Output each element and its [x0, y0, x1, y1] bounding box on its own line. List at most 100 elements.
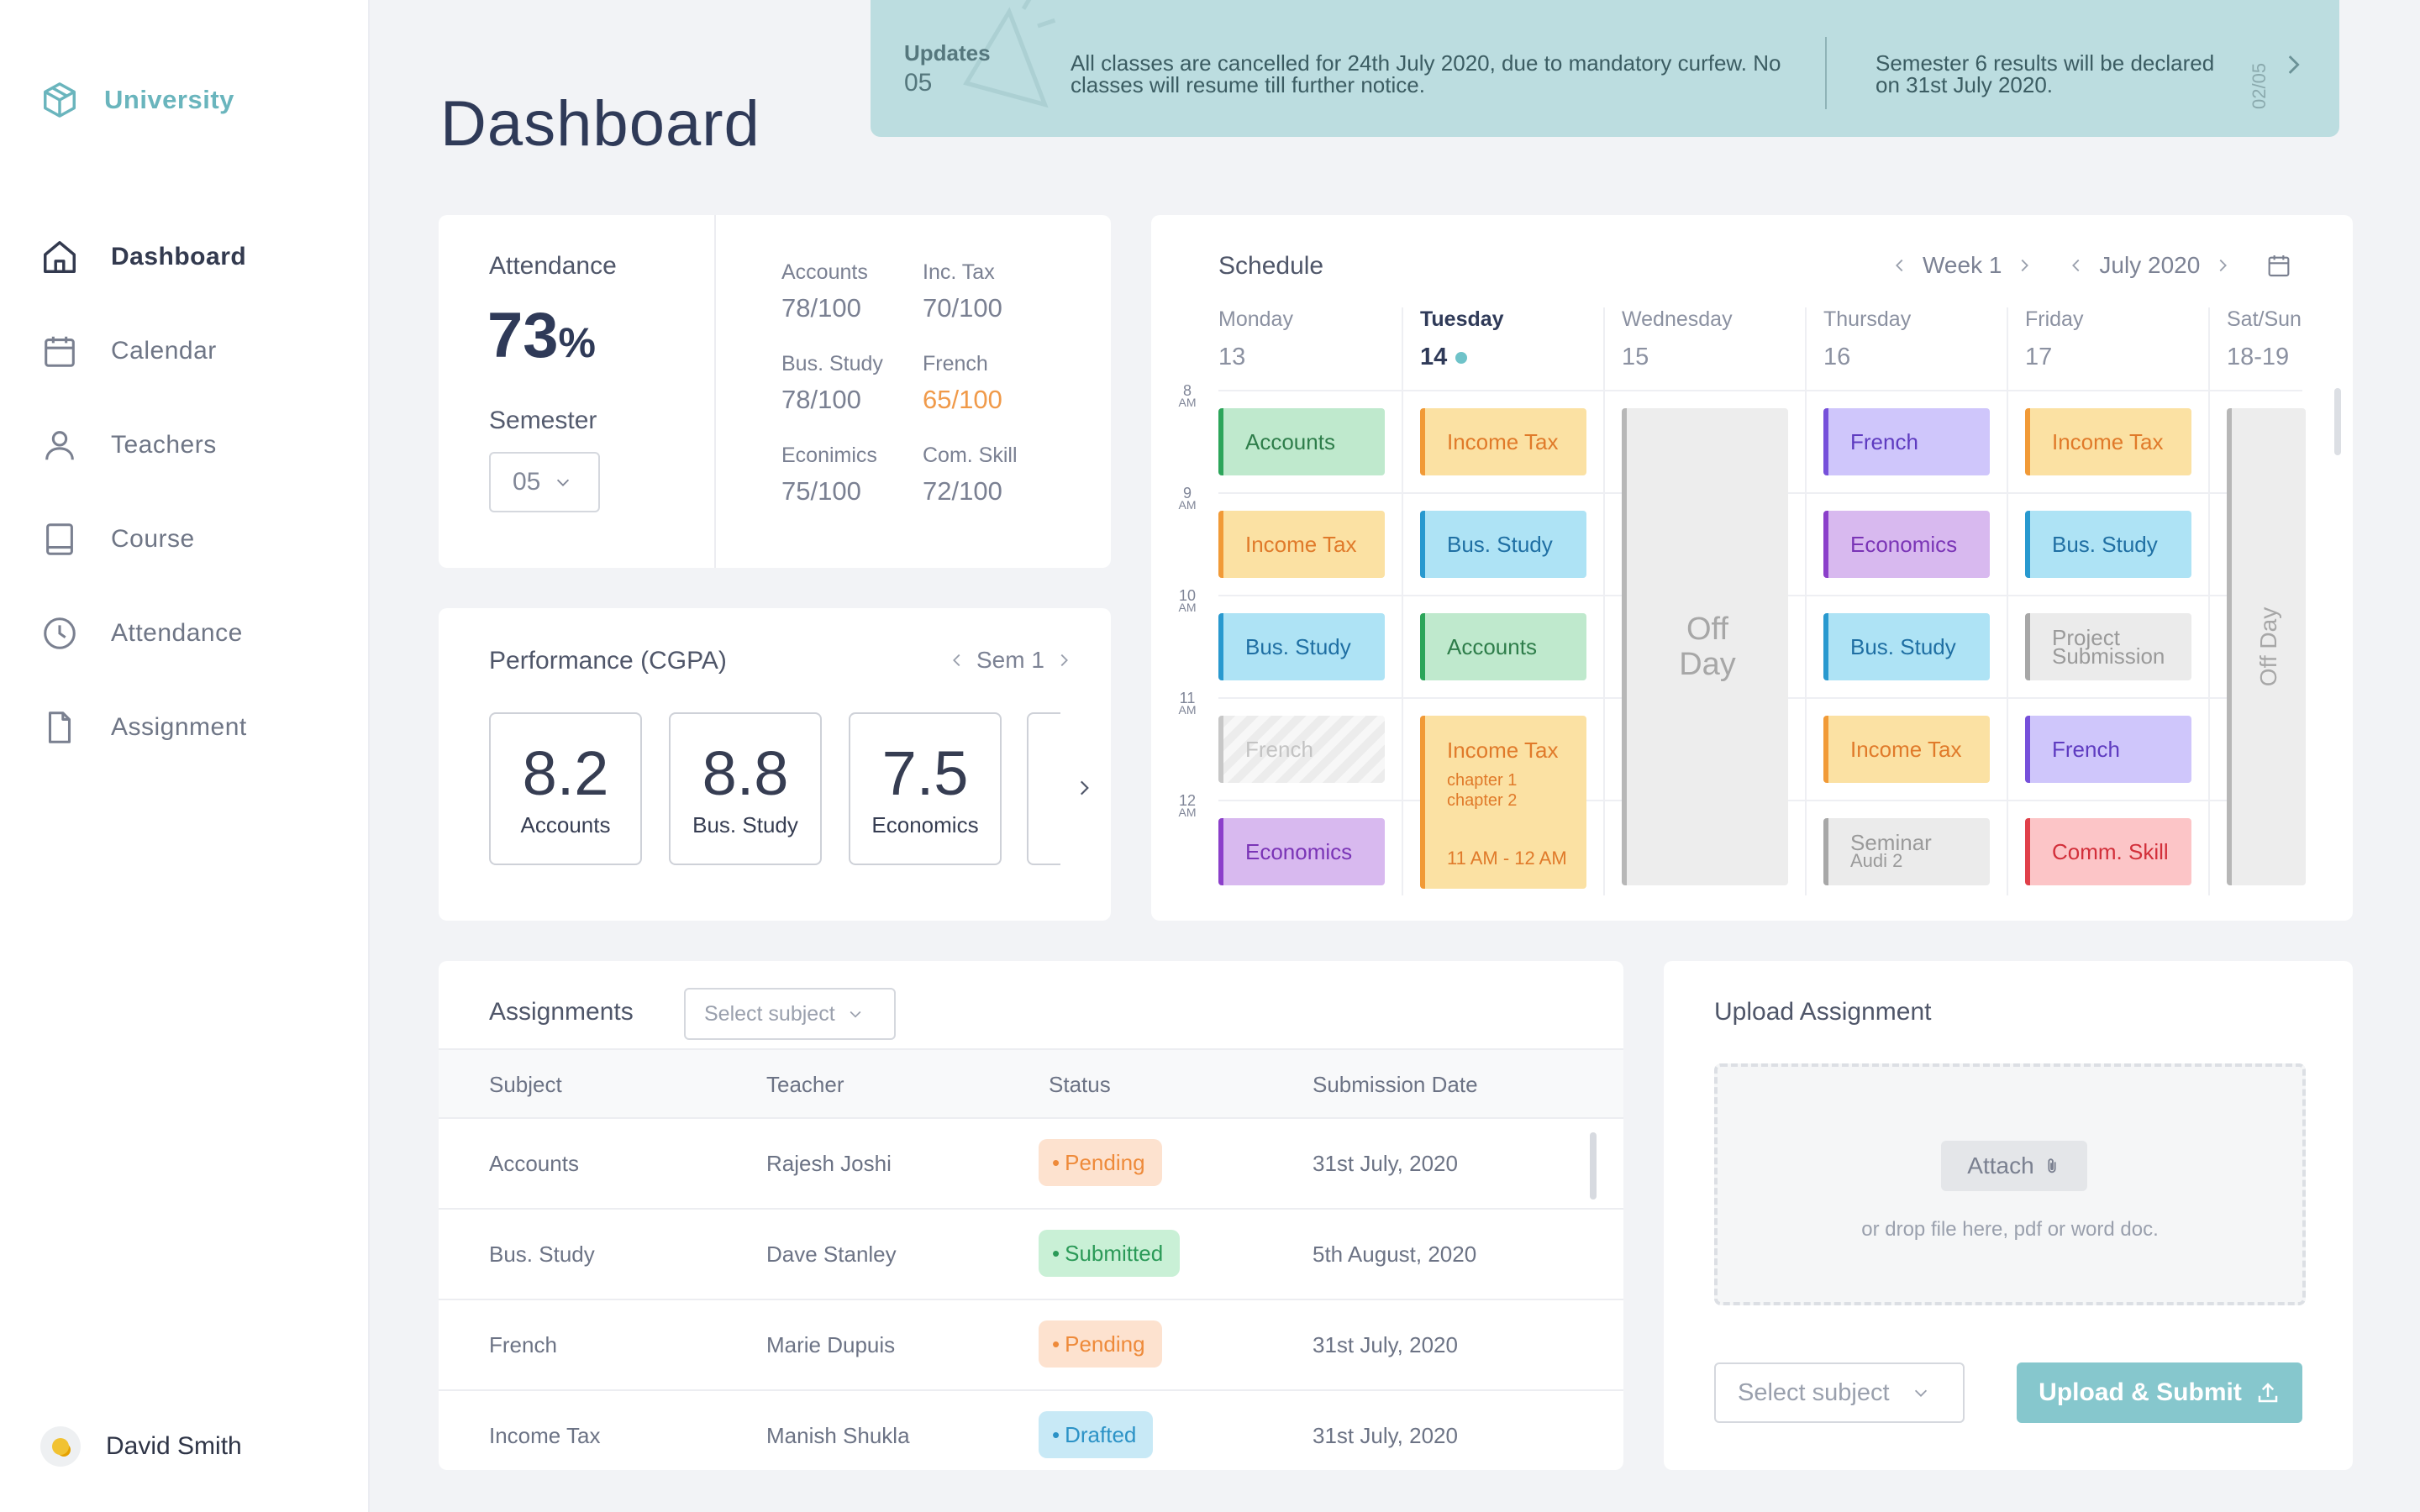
column-header: Subject	[489, 1072, 562, 1097]
day-header: Sat/Sun 18-19	[2227, 307, 2302, 370]
chevron-right-icon[interactable]	[2213, 256, 2232, 275]
sidebar-item-label: Assignment	[111, 713, 247, 741]
scrollbar[interactable]	[2334, 388, 2341, 455]
cube-logo-icon	[44, 82, 76, 118]
semester-select[interactable]: 05	[489, 452, 600, 512]
assignments-card: Assignments Select subject Subject Teach…	[439, 961, 1623, 1470]
avatar	[40, 1426, 81, 1467]
file-icon	[48, 711, 71, 743]
cgpa-card[interactable]: 7.5 Economics	[849, 712, 1002, 865]
paperclip-icon	[2048, 1158, 2056, 1173]
attendance-card: Attendance 73% Semester 05 Accounts 78/10…	[439, 215, 1111, 568]
class-slot[interactable]: Income Tax	[1420, 408, 1586, 475]
class-slot[interactable]: Bus. Study	[1823, 613, 1990, 680]
chevron-left-icon[interactable]	[948, 651, 966, 669]
chevron-right-icon[interactable]	[1055, 651, 1073, 669]
upload-submit-button[interactable]: Upload & Submit	[2017, 1362, 2302, 1423]
class-slot-expanded[interactable]: Income Tax chapter 1 chapter 2 11 AM - 12…	[1420, 716, 1586, 889]
chevron-right-icon[interactable]	[2279, 50, 2307, 79]
class-slot[interactable]: Comm. Skill	[2025, 818, 2191, 885]
home-icon	[44, 241, 76, 273]
upload-title: Upload Assignment	[1714, 998, 1932, 1026]
attendance-summary: Attendance 73% Semester 05	[439, 215, 716, 568]
updates-banner: Updates 05 All classes are cancelled for…	[871, 0, 2339, 137]
class-slot[interactable]: French	[1823, 408, 1990, 475]
file-dropzone[interactable]: Attach or drop file here, pdf or word do…	[1714, 1063, 2306, 1305]
cgpa-card[interactable]: 8.2 Accounts	[489, 712, 642, 865]
chevron-left-icon[interactable]	[1891, 256, 1909, 275]
user-profile[interactable]: David Smith	[40, 1426, 242, 1467]
status-badge: Pending	[1039, 1139, 1162, 1186]
hour-label: 10 AM	[1178, 587, 1197, 614]
sidebar-item-dashboard[interactable]: Dashboard	[40, 210, 247, 304]
class-slot[interactable]: Bus. Study	[2025, 511, 2191, 578]
month-label: July 2020	[2099, 252, 2201, 278]
class-slot[interactable]: Bus. Study	[1420, 511, 1586, 578]
sidebar-item-label: Attendance	[111, 619, 243, 647]
schedule-navigation: Week 1 July 2020	[1891, 252, 2292, 279]
class-slot[interactable]: Accounts	[1420, 613, 1586, 680]
class-slot[interactable]: Economics	[1218, 818, 1385, 885]
sidebar-item-attendance[interactable]: Attendance	[40, 586, 247, 680]
update-message: All classes are cancelled for 24th July …	[1071, 50, 1781, 97]
chevron-down-icon	[850, 1011, 861, 1018]
class-slot[interactable]: French	[2025, 716, 2191, 783]
sidebar-item-label: Dashboard	[111, 243, 247, 270]
user-icon	[45, 431, 74, 460]
scrollbar[interactable]	[1590, 1132, 1597, 1200]
performance-title: Performance (CGPA)	[489, 647, 727, 675]
table-row[interactable]: Bus. Study Dave Stanley Submitted 5th Au…	[439, 1210, 1623, 1300]
class-slot-cancelled[interactable]: French	[1218, 716, 1385, 783]
chevron-down-icon	[557, 479, 570, 486]
cgpa-next-button[interactable]	[1059, 758, 1109, 818]
subject-filter-select[interactable]: Select subject	[684, 988, 896, 1040]
subject-select[interactable]: Select subject	[1714, 1362, 1965, 1423]
sidebar-item-course[interactable]: Course	[40, 492, 247, 586]
cgpa-card[interactable]: 8.8 Bus. Study	[669, 712, 822, 865]
attach-button[interactable]: Attach	[1941, 1141, 2087, 1191]
class-slot[interactable]: Income Tax	[1823, 716, 1990, 783]
chevron-left-icon[interactable]	[2067, 256, 2086, 275]
semester-label: Sem 1	[976, 647, 1044, 673]
grade-item: Inc. Tax 70/100	[923, 260, 1002, 323]
class-slot[interactable]: Economics	[1823, 511, 1990, 578]
calendar-icon[interactable]	[2265, 252, 2292, 279]
update-message: Semester 6 results will be declared on 3…	[1876, 50, 2215, 97]
table-row[interactable]: Income Tax Manish Shukla Drafted 31st Ju…	[439, 1391, 1623, 1470]
hour-label: 9 AM	[1178, 485, 1197, 512]
grid-line	[1218, 390, 2302, 391]
semester-label: Semester	[489, 407, 597, 434]
day-header: Friday 17	[2025, 307, 2084, 370]
brand[interactable]: University	[40, 81, 234, 119]
clock-icon	[44, 617, 76, 649]
class-slot[interactable]: Income Tax	[1218, 511, 1385, 578]
table-row[interactable]: French Marie Dupuis Pending 31st July, 2…	[439, 1300, 1623, 1391]
sidebar-item-teachers[interactable]: Teachers	[40, 398, 247, 492]
grid-line	[2208, 307, 2210, 895]
grade-item: Bus. Study 78/100	[781, 352, 883, 414]
updates-label: Updates	[904, 40, 991, 66]
assignments-title: Assignments	[489, 998, 634, 1026]
status-badge: Submitted	[1039, 1230, 1181, 1277]
class-slot[interactable]: Accounts	[1218, 408, 1385, 475]
hour-label: 12 AM	[1178, 792, 1197, 819]
book-icon	[46, 523, 73, 555]
grade-item: Com. Skill 72/100	[923, 444, 1018, 506]
class-slot[interactable]: Bus. Study	[1218, 613, 1385, 680]
hour-label: 8 AM	[1178, 382, 1197, 409]
event-slot[interactable]: Seminar Audi 2	[1823, 818, 1990, 885]
divider	[1825, 37, 1827, 109]
off-day-block: Off Day	[1622, 408, 1788, 885]
schedule-title: Schedule	[1218, 252, 1324, 280]
semester-switcher: Sem 1	[948, 647, 1073, 674]
chevron-right-icon[interactable]	[2015, 256, 2033, 275]
class-slot[interactable]: Income Tax	[2025, 408, 2191, 475]
sidebar-item-label: Calendar	[111, 337, 217, 365]
sidebar-item-calendar[interactable]: Calendar	[40, 304, 247, 398]
sidebar-item-assignment[interactable]: Assignment	[40, 680, 247, 774]
table-header: Subject Teacher Status Submission Date	[439, 1048, 1623, 1119]
table-row[interactable]: Accounts Rajesh Joshi Pending 31st July,…	[439, 1119, 1623, 1210]
grid-line	[1402, 307, 1403, 895]
grid-line	[2007, 307, 2008, 895]
event-slot[interactable]: Project Submission	[2025, 613, 2191, 680]
